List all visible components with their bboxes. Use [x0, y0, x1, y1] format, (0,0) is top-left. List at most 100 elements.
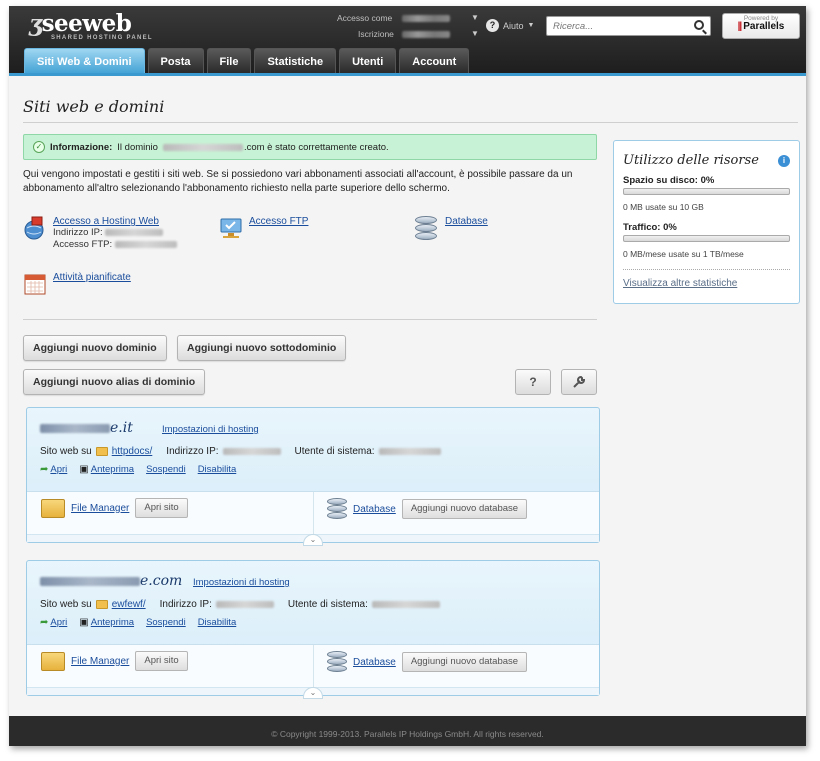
ftp-access-link[interactable]: Accesso FTP — [249, 216, 308, 240]
preview-link[interactable]: Anteprima — [91, 464, 134, 475]
redacted-ip — [105, 228, 164, 236]
redacted-ip — [215, 601, 274, 608]
domain-info-row: Sito web su httpdocs/ Indirizzo IP: Uten… — [40, 446, 441, 457]
tab-files[interactable]: File — [206, 48, 252, 75]
tab-websites-domains[interactable]: Siti Web & Domini — [24, 48, 145, 75]
help-menu[interactable]: ? Aiuto ▼ — [486, 19, 534, 32]
seeweb-logo[interactable]: ʒseeweb — [29, 10, 132, 37]
wrench-icon — [573, 375, 586, 388]
redacted-user — [371, 601, 440, 608]
traffic-usage-text: 0 MB/mese usate su 1 TB/mese — [623, 249, 744, 259]
traffic-usage-bar — [623, 235, 790, 242]
open-icon: ➦ — [40, 464, 49, 475]
database-icon — [415, 216, 439, 240]
redacted-ftp-user — [114, 240, 177, 248]
parallels-logo[interactable]: Powered by || Parallels — [722, 13, 800, 39]
app-window: ʒseeweb SHARED HOSTING PANEL Accesso com… — [9, 6, 806, 746]
add-subdomain-button[interactable]: Aggiungi nuovo sottodominio — [177, 335, 347, 361]
folder-icon — [95, 600, 108, 609]
scheduled-tasks-tool: Attività pianificate — [23, 272, 131, 296]
add-database-button[interactable]: Aggiungi nuovo database — [401, 652, 528, 672]
search-input[interactable] — [547, 17, 682, 35]
main-content: Siti web e domini ✓ Informazione: Il dom… — [9, 76, 806, 716]
redacted-ip — [222, 448, 281, 455]
open-link[interactable]: Apri — [50, 617, 67, 628]
redacted-user[interactable] — [402, 15, 450, 22]
redacted-user — [378, 448, 441, 455]
footer-copyright: © Copyright 1999-2013. Parallels IP Hold… — [9, 716, 806, 746]
site-label: Sito web su — [40, 446, 92, 457]
disk-usage-bar — [623, 188, 790, 195]
tab-users[interactable]: Utenti — [339, 48, 397, 75]
divider — [23, 319, 597, 320]
tab-statistics[interactable]: Statistiche — [254, 48, 337, 75]
domain-name[interactable]: e.com — [40, 573, 182, 589]
file-manager-link[interactable]: File Manager — [71, 503, 129, 514]
resource-usage-title: Utilizzo delle risorse — [623, 153, 759, 168]
domain-tools-row: File Manager Apri sito Database Aggiungi… — [27, 491, 599, 536]
help-button[interactable]: ? — [515, 369, 551, 395]
open-link[interactable]: Apri — [50, 464, 67, 475]
file-manager-folder-icon — [41, 651, 65, 671]
ftp-user-label: Accesso FTP: — [53, 239, 113, 250]
preview-icon: ▣ — [79, 617, 89, 628]
domain-panel: e.it Impostazioni di hosting Sito web su… — [26, 407, 600, 546]
calendar-icon — [24, 274, 46, 295]
open-site-button[interactable]: Apri sito — [135, 651, 188, 671]
ip-label: Indirizzo IP: — [53, 227, 103, 238]
search-icon[interactable] — [694, 20, 704, 30]
domain-actions: ➦ Apri ▣ Anteprima Sospendi Disabilita — [40, 617, 236, 628]
hosting-globe-icon — [24, 216, 44, 240]
open-icon: ➦ — [40, 617, 49, 628]
tab-mail[interactable]: Posta — [147, 48, 204, 75]
add-database-button[interactable]: Aggiungi nuovo database — [401, 499, 528, 519]
docroot-link[interactable]: httpdocs/ — [112, 446, 153, 457]
system-user-label: Utente di sistema: — [287, 599, 368, 610]
disk-usage-text: 0 MB usate su 10 GB — [623, 202, 704, 212]
parallels-name: || Parallels — [737, 21, 785, 32]
divider — [623, 269, 790, 270]
disable-link[interactable]: Disabilita — [198, 617, 237, 628]
ftp-computer-icon — [220, 218, 242, 238]
database-link[interactable]: Database — [353, 504, 396, 515]
database-icon — [327, 498, 347, 520]
scheduled-tasks-link[interactable]: Attività pianificate — [53, 272, 131, 296]
more-statistics-link[interactable]: Visualizza altre statistiche — [623, 278, 737, 289]
intro-text: Qui vengono impostati e gestiti i siti w… — [23, 169, 573, 194]
subscription-label: Iscrizione — [358, 29, 394, 39]
hosting-settings-link[interactable]: Impostazioni di hosting — [162, 424, 259, 435]
suspend-link[interactable]: Sospendi — [146, 464, 186, 475]
add-domain-alias-button[interactable]: Aggiungi nuovo alias di dominio — [23, 369, 206, 395]
open-site-button[interactable]: Apri sito — [135, 498, 188, 518]
preview-link[interactable]: Anteprima — [91, 617, 134, 628]
redacted-domain — [162, 143, 243, 151]
folder-icon — [95, 447, 108, 456]
help-icon: ? — [486, 19, 499, 32]
suspend-link[interactable]: Sospendi — [146, 617, 186, 628]
chevron-down-icon[interactable]: ▼ — [471, 29, 479, 38]
traffic-label: Traffico: 0% — [623, 222, 677, 233]
info-icon[interactable]: i — [778, 155, 790, 167]
check-icon: ✓ — [33, 141, 45, 153]
hosting-access-link[interactable]: Accesso a Hosting Web — [53, 216, 159, 227]
redacted-subscription[interactable] — [402, 31, 450, 38]
ip-label: Indirizzo IP: — [166, 446, 219, 457]
main-tabs: Siti Web & Domini Posta File Statistiche… — [24, 48, 470, 75]
hosting-settings-link[interactable]: Impostazioni di hosting — [193, 577, 290, 588]
domain-info-row: Sito web su ewfewf/ Indirizzo IP: Utente… — [40, 599, 440, 610]
settings-button[interactable] — [561, 369, 597, 395]
tab-account[interactable]: Account — [399, 48, 470, 75]
domain-name[interactable]: e.it — [40, 420, 133, 436]
info-suffix: .com è stato correttamente creato. — [243, 141, 389, 153]
file-manager-link[interactable]: File Manager — [71, 656, 129, 667]
add-domain-button[interactable]: Aggiungi nuovo dominio — [23, 335, 167, 361]
docroot-link[interactable]: ewfewf/ — [112, 599, 146, 610]
chevron-down-icon[interactable]: ▼ — [471, 13, 479, 22]
hosting-access-tool: Accesso a Hosting Web Indirizzo IP: Acce… — [23, 216, 177, 251]
database-link[interactable]: Database — [445, 216, 488, 240]
database-link[interactable]: Database — [353, 657, 396, 668]
page-title: Siti web e domini — [23, 97, 165, 116]
domain-actions: ➦ Apri ▣ Anteprima Sospendi Disabilita — [40, 464, 236, 475]
ip-label: Indirizzo IP: — [159, 599, 212, 610]
disable-link[interactable]: Disabilita — [198, 464, 237, 475]
